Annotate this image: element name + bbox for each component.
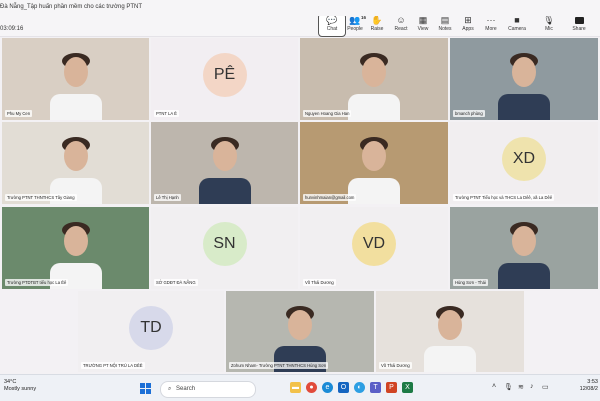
- participant-name: Trường PTDTBT tiểu học La Êê: [5, 279, 69, 286]
- participant-avatar: SN: [202, 222, 247, 266]
- participant-name: Hùng Sơn - Thái: [453, 279, 488, 286]
- toolbar-raise-button[interactable]: ✋ Raise: [364, 14, 390, 36]
- toolbar-camera-label: Camera: [508, 26, 526, 32]
- participant-name: hunvinhmaian@gmail.com: [303, 194, 357, 201]
- toolbar-mic-button[interactable]: 🎙 Mic: [536, 14, 562, 36]
- toolbar-react-label: React: [394, 26, 408, 32]
- toolbar-notes-label: Notes: [438, 26, 452, 32]
- participant-name: Lê Thị Hạnh: [154, 194, 181, 201]
- windows-start-icon[interactable]: [140, 383, 151, 394]
- toolbar-share-button[interactable]: Share: [566, 14, 592, 36]
- toolbar-people-label: People: [347, 26, 363, 32]
- participant-video: [2, 38, 149, 120]
- toolbar-raise-label: Raise: [370, 26, 384, 32]
- chevron-up-icon[interactable]: ˄: [492, 383, 496, 390]
- weather-desc: Mostly sunny: [4, 386, 37, 392]
- toolbar-more-button[interactable]: ··· More: [478, 14, 504, 36]
- chrome-icon[interactable]: ●: [306, 382, 317, 393]
- outlook-icon[interactable]: O: [338, 382, 349, 393]
- battery-icon[interactable]: ▭: [542, 383, 549, 391]
- participant-video: [151, 122, 298, 204]
- participant-tile[interactable]: Trường PTDTBT tiểu học La Êê: [2, 207, 149, 289]
- participant-video: [300, 122, 448, 204]
- search-icon: ⌕: [168, 386, 172, 392]
- participant-video: [2, 207, 149, 289]
- mic-tray-icon[interactable]: 🎙: [504, 383, 513, 391]
- taskbar-search[interactable]: ⌕ Search: [160, 381, 256, 398]
- participant-video: [450, 38, 598, 120]
- participant-tile[interactable]: Hùng Sơn - Thái: [450, 207, 598, 289]
- participant-video: [300, 38, 448, 120]
- participant-tile[interactable]: TD TRƯỜNG PT NỘI TRÚ LA DÊÊ: [78, 291, 224, 372]
- participant-tile[interactable]: VD Võ Thái Dương: [300, 207, 448, 289]
- teams-icon[interactable]: T: [370, 382, 381, 393]
- participant-avatar: VD: [352, 222, 396, 266]
- participant-name: Trường PTNT Tiểu học và THCS La Dêê, xã …: [453, 194, 555, 201]
- participant-tile[interactable]: XD Trường PTNT Tiểu học và THCS La Dêê, x…: [450, 122, 598, 204]
- participant-tile[interactable]: Trường PTNT THNTHCS Tây Giang: [2, 122, 149, 204]
- system-clock[interactable]: 3:53 12/08/2: [580, 379, 598, 393]
- windows-taskbar: 34°C Mostly sunny ⌕ Search ▬ ● e O ◐ T P…: [0, 374, 600, 401]
- browser-icon[interactable]: ◐: [354, 382, 365, 393]
- participant-name: PTNT LA Ê: [154, 110, 179, 117]
- powerpoint-icon[interactable]: P: [386, 382, 397, 393]
- toolbar-more-label: More: [485, 26, 497, 32]
- search-label: Search: [176, 386, 196, 392]
- participant-name: bmanch phùng: [453, 110, 485, 117]
- participant-name: Võ Thái Dương: [379, 362, 412, 369]
- participant-video: [450, 207, 598, 289]
- participant-avatar: XD: [502, 137, 546, 181]
- participant-tile[interactable]: Võ Thái Dương: [376, 291, 524, 372]
- participant-video: [2, 122, 149, 204]
- participant-video: [376, 291, 524, 372]
- participant-name: TRƯỜNG PT NỘI TRÚ LA DÊÊ: [81, 362, 145, 369]
- edge-icon[interactable]: e: [322, 382, 333, 393]
- participant-tile[interactable]: Lê Thị Hạnh: [151, 122, 298, 204]
- participant-name: Trường PTNT THNTHCS Tây Giang: [5, 194, 77, 201]
- participant-tile[interactable]: PÊ PTNT LA Ê: [151, 38, 298, 120]
- participant-name: SỞ GDĐT ĐÀ NẴNG: [154, 279, 198, 286]
- toolbar-apps-label: Apps: [462, 26, 474, 32]
- participant-avatar: PÊ: [202, 53, 247, 97]
- excel-icon[interactable]: X: [402, 382, 413, 393]
- participant-tile[interactable]: Zohum Nham- Trường PTNT THNTHCS Hùng Sơn: [226, 291, 374, 372]
- window-title: Đà Nẵng_Tập huấn phần mềm cho các trường…: [0, 4, 143, 10]
- participant-tile[interactable]: hunvinhmaian@gmail.com: [300, 122, 448, 204]
- participant-name: Zohum Nham- Trường PTNT THNTHCS Hùng Sơn: [229, 362, 329, 369]
- toolbar-mic-label: Mic: [545, 26, 553, 32]
- toolbar-share-label: Share: [572, 26, 586, 32]
- weather-widget[interactable]: 34°C Mostly sunny: [4, 379, 36, 393]
- clock-date: 12/08/2: [579, 386, 598, 392]
- speaker-icon[interactable]: ♪: [530, 383, 534, 390]
- participant-tile[interactable]: bmanch phùng: [450, 38, 598, 120]
- meeting-timer: 03:09:16: [0, 26, 24, 32]
- participant-name: Phu My Cen: [5, 110, 33, 117]
- participant-video: [226, 291, 374, 372]
- participant-tile[interactable]: Nguyen Hoang Gia Han: [300, 38, 448, 120]
- wifi-icon[interactable]: ≋: [518, 383, 524, 391]
- toolbar-camera-button[interactable]: ■ Camera: [504, 14, 530, 36]
- weather-temp: 34°C: [4, 379, 17, 385]
- clock-time: 3:53: [587, 379, 598, 385]
- participant-avatar: TD: [129, 305, 173, 350]
- window-titlebar: Đà Nẵng_Tập huấn phần mềm cho các trường…: [0, 0, 600, 16]
- toolbar-chat-label: Chat: [326, 26, 338, 32]
- participant-name: Võ Thái Dương: [303, 279, 336, 286]
- participant-tile[interactable]: Phu My Cen: [2, 38, 149, 120]
- file-explorer-icon[interactable]: ▬: [290, 382, 301, 393]
- participant-name: Nguyen Hoang Gia Han: [303, 110, 352, 117]
- participant-tile[interactable]: SN SỞ GDĐT ĐÀ NẴNG: [151, 207, 298, 289]
- toolbar-view-label: View: [417, 26, 429, 32]
